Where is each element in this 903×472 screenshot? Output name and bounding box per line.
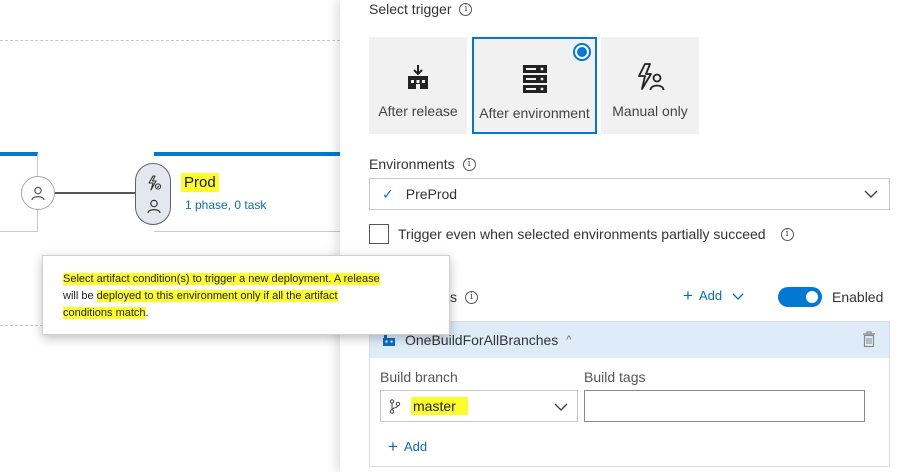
environment-title[interactable]: Prod <box>181 173 219 192</box>
trigger-option-manual-only[interactable]: Manual only <box>601 37 699 134</box>
toggle-label: Enabled <box>832 289 884 305</box>
trash-icon[interactable] <box>862 331 876 348</box>
trigger-lightning-icon <box>145 174 163 192</box>
chevron-down-icon <box>864 190 878 198</box>
build-tags-input[interactable] <box>584 390 865 422</box>
tooltip-text: Select artifact condition(s) to trigger … <box>63 273 380 319</box>
artifact-filters-label: s i <box>450 289 478 305</box>
info-icon[interactable]: i <box>459 2 473 16</box>
environment-card-prod[interactable] <box>154 152 340 232</box>
selected-radio-icon <box>573 43 591 61</box>
pre-deployment-conditions-node[interactable] <box>135 163 171 225</box>
info-icon[interactable]: i <box>780 227 794 241</box>
environment-connector <box>55 192 137 194</box>
environment-phase-link[interactable]: 1 phase, 0 task <box>185 198 266 212</box>
artifact-filters-tooltip: Select artifact condition(s) to trigger … <box>42 255 450 335</box>
environments-dropdown[interactable]: ✓ PreProd <box>369 178 890 210</box>
person-icon <box>31 186 45 200</box>
chevron-down-icon <box>732 293 744 300</box>
chevron-down-icon <box>554 403 568 411</box>
add-artifact-filter-button[interactable]: + Add <box>683 285 744 305</box>
trigger-option-after-release[interactable]: After release <box>369 37 467 134</box>
chevron-up-icon[interactable]: ^ <box>566 334 571 346</box>
branch-icon <box>389 398 401 414</box>
checkmark-icon: ✓ <box>382 185 394 202</box>
add-branch-filter-button[interactable]: + Add <box>388 436 427 456</box>
pipeline-canvas: Prod 1 phase, 0 task <box>0 0 340 472</box>
build-branch-value: master <box>411 397 468 415</box>
plus-icon: + <box>683 285 693 305</box>
partial-succeed-row: Trigger even when selected environments … <box>369 224 794 244</box>
artifact-filter-card: OneBuildForAllBranches ^ Build branch Bu… <box>369 321 890 467</box>
plus-icon: + <box>388 436 398 456</box>
after-environment-icon <box>522 63 548 95</box>
partial-succeed-checkbox[interactable] <box>369 224 389 244</box>
build-branch-label: Build branch <box>380 369 458 385</box>
build-tags-label: Build tags <box>584 369 646 385</box>
build-artifact-icon <box>383 334 395 346</box>
select-trigger-label: Select trigger i <box>369 1 473 17</box>
manual-only-icon <box>635 61 665 93</box>
trigger-option-after-environment[interactable]: After environment <box>472 37 597 134</box>
environments-label: Environments i <box>369 156 476 172</box>
artifact-filters-toggle[interactable] <box>778 287 822 307</box>
divider <box>0 40 340 41</box>
after-release-icon <box>405 61 431 93</box>
post-deployment-approval-node[interactable] <box>21 176 55 210</box>
info-icon[interactable]: i <box>465 290 478 304</box>
build-branch-dropdown[interactable]: master <box>380 390 578 422</box>
person-icon <box>145 197 163 215</box>
info-icon[interactable]: i <box>462 157 476 171</box>
pre-deployment-conditions-panel: Select trigger i After release After env… <box>340 0 903 472</box>
